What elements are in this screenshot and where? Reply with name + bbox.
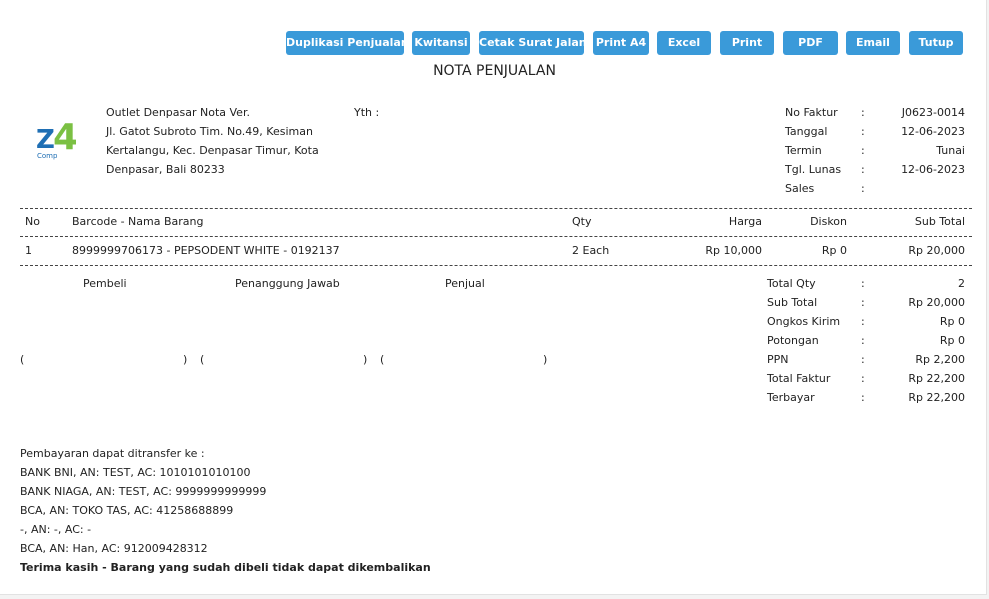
receipt-button[interactable]: Kwitansi <box>412 31 470 55</box>
duplicate-sale-button[interactable]: Duplikasi Penjualan <box>286 31 409 55</box>
outlet-address-line: Denpasar, Bali 80233 <box>106 163 225 176</box>
subtotal-label: Sub Total <box>767 296 818 309</box>
col-header-qty: Qty <box>572 215 592 228</box>
invoice-number-value: J0623-0014 <box>901 106 965 119</box>
paid-date-value: 12-06-2023 <box>901 163 965 176</box>
summary-separator: : <box>861 372 865 385</box>
signature-close-paren: ) <box>363 353 368 366</box>
total-invoice-value: Rp 22,200 <box>908 372 965 385</box>
close-button[interactable]: Tutup <box>909 31 963 55</box>
col-header-subtotal: Sub Total <box>914 215 965 228</box>
signature-open-paren: ( <box>20 353 25 366</box>
row-discount: Rp 0 <box>821 244 847 257</box>
invoice-page: Duplikasi Penjualan Kwitansi Cetak Surat… <box>0 0 987 595</box>
row-subtotal: Rp 20,000 <box>908 244 965 257</box>
email-button[interactable]: Email <box>846 31 900 55</box>
tax-value: Rp 2,200 <box>915 353 965 366</box>
total-qty-value: 2 <box>958 277 965 290</box>
print-delivery-note-button[interactable]: Cetak Surat Jalan <box>479 31 587 55</box>
bank-account-line: BCA, AN: TOKO TAS, AC: 41258688899 <box>20 504 234 517</box>
company-logo: Z 4 Comp <box>36 118 76 160</box>
col-header-discount: Diskon <box>810 215 847 228</box>
signature-buyer-label: Pembeli <box>83 277 127 290</box>
shipping-value: Rp 0 <box>939 315 965 328</box>
document-title: NOTA PENJUALAN <box>433 63 556 79</box>
action-toolbar: Duplikasi Penjualan Kwitansi Cetak Surat… <box>0 0 986 60</box>
summary-separator: : <box>861 315 865 328</box>
info-separator: : <box>861 182 865 195</box>
info-separator: : <box>861 163 865 176</box>
table-divider <box>20 236 972 237</box>
bank-account-line: BCA, AN: Han, AC: 912009428312 <box>20 542 208 555</box>
pdf-button[interactable]: PDF <box>783 31 838 55</box>
col-header-price: Harga <box>728 215 762 228</box>
signature-close-paren: ) <box>543 353 548 366</box>
signature-responsible-label: Penanggung Jawab <box>235 277 340 290</box>
info-separator: : <box>861 144 865 157</box>
terms-label: Termin <box>785 144 822 157</box>
row-qty: 2 Each <box>572 244 610 257</box>
tax-label: PPN <box>767 353 789 366</box>
outlet-name: Outlet Denpasar Nota Ver. <box>106 106 250 119</box>
subtotal-value: Rp 20,000 <box>908 296 965 309</box>
summary-separator: : <box>861 334 865 347</box>
outlet-address-line: Kertalangu, Kec. Denpasar Timur, Kota <box>106 144 319 157</box>
bank-account-line: -, AN: -, AC: - <box>20 523 92 536</box>
row-price: Rp 10,000 <box>705 244 762 257</box>
col-header-item: Barcode - Nama Barang <box>72 215 204 228</box>
table-divider <box>20 265 972 266</box>
outlet-address-line: Jl. Gatot Subroto Tim. No.49, Kesiman <box>106 125 313 138</box>
info-separator: : <box>861 106 865 119</box>
col-header-no: No <box>25 215 40 228</box>
total-invoice-label: Total Faktur <box>767 372 831 385</box>
info-separator: : <box>861 125 865 138</box>
shipping-label: Ongkos Kirim <box>767 315 841 328</box>
date-label: Tanggal <box>785 125 828 138</box>
paid-value: Rp 22,200 <box>908 391 965 404</box>
discount-value: Rp 0 <box>939 334 965 347</box>
print-button[interactable]: Print <box>720 31 774 55</box>
paid-label: Terbayar <box>767 391 815 404</box>
row-item: 8999999706173 - PEPSODENT WHITE - 019213… <box>72 244 340 257</box>
excel-button[interactable]: Excel <box>657 31 711 55</box>
bank-account-line: BANK NIAGA, AN: TEST, AC: 9999999999999 <box>20 485 267 498</box>
payment-intro: Pembayaran dapat ditransfer ke : <box>20 447 205 460</box>
terms-value: Tunai <box>936 144 965 157</box>
logo-subtext: Comp <box>37 152 58 160</box>
signature-close-paren: ) <box>183 353 188 366</box>
signature-open-paren: ( <box>380 353 385 366</box>
row-no: 1 <box>25 244 32 257</box>
invoice-number-label: No Faktur <box>785 106 838 119</box>
recipient-label: Yth : <box>354 106 380 119</box>
discount-label: Potongan <box>767 334 819 347</box>
total-qty-label: Total Qty <box>767 277 816 290</box>
signature-seller-label: Penjual <box>445 277 485 290</box>
print-a4-button[interactable]: Print A4 <box>593 31 649 55</box>
date-value: 12-06-2023 <box>901 125 965 138</box>
summary-separator: : <box>861 391 865 404</box>
summary-separator: : <box>861 296 865 309</box>
summary-separator: : <box>861 353 865 366</box>
paid-date-label: Tgl. Lunas <box>785 163 842 176</box>
signature-open-paren: ( <box>200 353 205 366</box>
bank-account-line: BANK BNI, AN: TEST, AC: 1010101010100 <box>20 466 251 479</box>
thank-you-note: Terima kasih - Barang yang sudah dibeli … <box>20 561 431 574</box>
sales-label: Sales <box>785 182 815 195</box>
summary-separator: : <box>861 277 865 290</box>
table-divider <box>20 208 972 209</box>
